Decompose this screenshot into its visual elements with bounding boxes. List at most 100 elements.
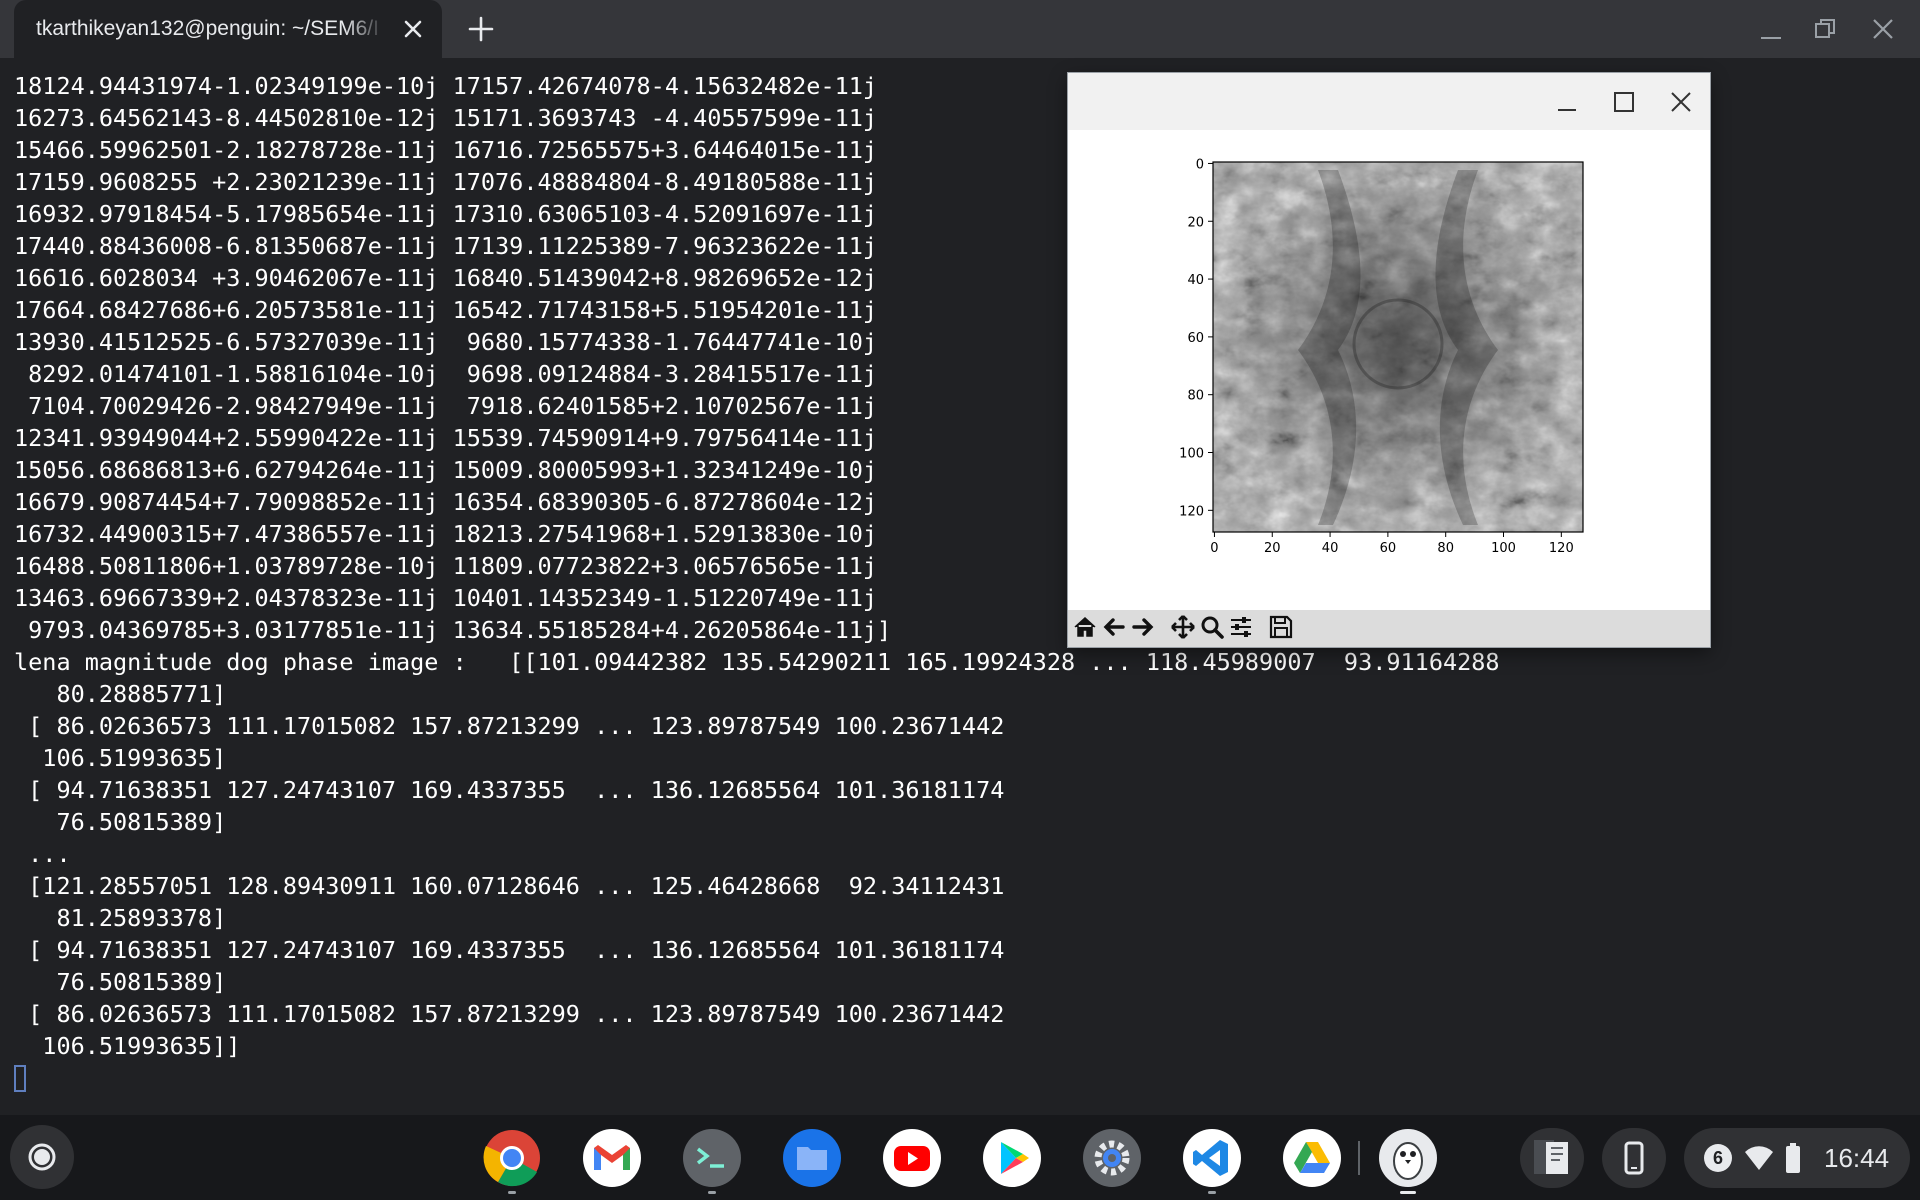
terminal-tab-bar: tkarthikeyan132@penguin: ~/SEM6/I bbox=[0, 0, 1920, 58]
vscode-running-indicator bbox=[1208, 1191, 1216, 1194]
configure-subplots-icon[interactable] bbox=[1228, 614, 1254, 640]
google-drive-icon[interactable] bbox=[1282, 1128, 1342, 1188]
terminal-line: 17159.9608255 +2.23021239e-11j 17076.488… bbox=[14, 168, 878, 196]
terminal-line: [121.28557051 128.89430911 160.07128646 … bbox=[14, 872, 1005, 900]
chrome-icon[interactable] bbox=[482, 1128, 542, 1188]
launcher-icon bbox=[28, 1143, 56, 1171]
phase-image bbox=[1213, 162, 1583, 532]
y-tick-label: 20 bbox=[1187, 215, 1204, 230]
vscode-icon[interactable] bbox=[1182, 1128, 1242, 1188]
linux-penguin-icon[interactable] bbox=[1378, 1128, 1438, 1188]
chromeos-shelf: 6 16:44 bbox=[0, 1115, 1920, 1200]
phone-icon bbox=[1624, 1141, 1644, 1175]
terminal-line: 7104.70029426-2.98427949e-11j 7918.62401… bbox=[14, 392, 878, 420]
terminal-line: [ 86.02636573 111.17015082 157.87213299 … bbox=[14, 712, 1005, 740]
terminal-line: 15056.68686813+6.62794264e-11j 15009.800… bbox=[14, 456, 878, 484]
terminal-line: [ 94.71638351 127.24743107 169.4337355 .… bbox=[14, 776, 1005, 804]
launcher-button[interactable] bbox=[10, 1125, 74, 1189]
y-tick-label: 0 bbox=[1196, 157, 1204, 172]
y-axis: 0 20 40 60 80 100 120 bbox=[1179, 157, 1213, 519]
terminal-line: 15466.59962501-2.18278728e-11j 16716.725… bbox=[14, 136, 878, 164]
x-tick-label: 40 bbox=[1322, 541, 1339, 556]
status-area[interactable]: 6 16:44 bbox=[1684, 1128, 1910, 1188]
terminal-line: [ 86.02636573 111.17015082 157.87213299 … bbox=[14, 1000, 1005, 1028]
y-tick-label: 100 bbox=[1179, 447, 1204, 462]
files-icon[interactable] bbox=[782, 1128, 842, 1188]
youtube-icon[interactable] bbox=[882, 1128, 942, 1188]
matplotlib-toolbar bbox=[1068, 610, 1710, 647]
battery-icon bbox=[1786, 1143, 1800, 1173]
forward-arrow-icon[interactable] bbox=[1130, 614, 1156, 640]
terminal-line: [ 94.71638351 127.24743107 169.4337355 .… bbox=[14, 936, 1005, 964]
matplotlib-figure-window[interactable]: 0 20 40 60 80 100 120 0 20 40 60 80 100 120 bbox=[1068, 73, 1710, 647]
terminal-line: 16732.44900315+7.47386557e-11j 18213.275… bbox=[14, 520, 878, 548]
x-tick-label: 120 bbox=[1549, 541, 1574, 556]
pan-icon[interactable] bbox=[1170, 614, 1196, 640]
x-tick-label: 60 bbox=[1380, 541, 1397, 556]
play-store-icon[interactable] bbox=[982, 1128, 1042, 1188]
terminal-line: 16932.97918454-5.17985654e-11j 17310.630… bbox=[14, 200, 878, 228]
terminal-line: 106.51993635] bbox=[14, 744, 227, 772]
close-tab-icon[interactable] bbox=[398, 14, 428, 44]
terminal-line: 17664.68427686+6.20573581e-11j 16542.717… bbox=[14, 296, 878, 324]
save-figure-icon[interactable] bbox=[1268, 614, 1294, 640]
terminal-line: 8292.01474101-1.58816104e-10j 9698.09124… bbox=[14, 360, 878, 388]
terminal-line: 18124.94431974-1.02349199e-10j 17157.426… bbox=[14, 72, 878, 100]
terminal-tab[interactable]: tkarthikeyan132@penguin: ~/SEM6/I bbox=[14, 0, 442, 58]
x-tick-label: 100 bbox=[1491, 541, 1516, 556]
plot-canvas[interactable]: 0 20 40 60 80 100 120 0 20 40 60 80 100 120 bbox=[1068, 130, 1710, 610]
plot-window-titlebar[interactable] bbox=[1068, 73, 1710, 130]
window-controls bbox=[1750, 0, 1920, 58]
close-window-icon[interactable] bbox=[1870, 16, 1896, 42]
penguin-running-indicator bbox=[1400, 1191, 1416, 1194]
terminal-cursor bbox=[14, 1065, 26, 1092]
terminal-line: 76.50815389] bbox=[14, 808, 227, 836]
terminal-line: 16679.90874454+7.79098852e-11j 16354.683… bbox=[14, 488, 878, 516]
chrome-running-indicator bbox=[508, 1191, 516, 1194]
y-tick-label: 120 bbox=[1179, 504, 1204, 519]
zoom-icon[interactable] bbox=[1199, 614, 1225, 640]
x-tick-label: 80 bbox=[1437, 541, 1454, 556]
x-tick-label: 20 bbox=[1264, 541, 1281, 556]
plot-minimize-icon[interactable] bbox=[1554, 89, 1580, 115]
home-icon[interactable] bbox=[1072, 614, 1098, 640]
terminal-running-indicator bbox=[708, 1191, 716, 1194]
terminal-line: 16616.6028034 +3.90462067e-11j 16840.514… bbox=[14, 264, 878, 292]
holding-space-thumbnail-icon bbox=[1534, 1140, 1568, 1174]
terminal-line: 9793.04369785+3.03177851e-11j 13634.5518… bbox=[14, 616, 892, 644]
terminal-line: ... bbox=[14, 840, 71, 868]
plot-close-icon[interactable] bbox=[1668, 89, 1694, 115]
shelf-divider bbox=[1358, 1141, 1360, 1175]
terminal-line: 13930.41512525-6.57327039e-11j 9680.1577… bbox=[14, 328, 878, 356]
terminal-line: 81.25893378] bbox=[14, 904, 227, 932]
back-arrow-icon[interactable] bbox=[1101, 614, 1127, 640]
phone-hub-button[interactable] bbox=[1602, 1128, 1666, 1188]
terminal-line: 16488.50811806+1.03789728e-10j 11809.077… bbox=[14, 552, 878, 580]
terminal-line: 16273.64562143-8.44502810e-12j 15171.369… bbox=[14, 104, 878, 132]
wifi-icon bbox=[1745, 1146, 1773, 1170]
y-tick-label: 40 bbox=[1187, 273, 1204, 288]
restore-icon[interactable] bbox=[1812, 16, 1838, 42]
terminal-line: 106.51993635]] bbox=[14, 1032, 241, 1060]
terminal-line: 13463.69667339+2.04378323e-11j 10401.143… bbox=[14, 584, 878, 612]
gmail-icon[interactable] bbox=[582, 1128, 642, 1188]
x-axis: 0 20 40 60 80 100 120 bbox=[1210, 532, 1574, 556]
terminal-line: 80.28885771] bbox=[14, 680, 227, 708]
clock: 16:44 bbox=[1824, 1143, 1890, 1173]
terminal-line: 76.50815389] bbox=[14, 968, 227, 996]
y-tick-label: 80 bbox=[1187, 389, 1204, 404]
holding-space-tray[interactable] bbox=[1520, 1128, 1584, 1188]
minimize-icon[interactable] bbox=[1758, 16, 1784, 42]
plot-figure: 0 20 40 60 80 100 120 0 20 40 60 80 100 120 bbox=[1179, 157, 1584, 556]
terminal-line: 12341.93949044+2.55990422e-11j 15539.745… bbox=[14, 424, 878, 452]
notification-count-badge[interactable]: 6 bbox=[1704, 1144, 1732, 1172]
terminal-tab-title: tkarthikeyan132@penguin: ~/SEM6/I bbox=[36, 17, 379, 40]
terminal-line: 17440.88436008-6.81350687e-11j 17139.112… bbox=[14, 232, 878, 260]
plot-maximize-icon[interactable] bbox=[1611, 89, 1637, 115]
terminal-line: lena magnitude dog phase image : [[101.0… bbox=[14, 648, 1500, 676]
new-tab-icon[interactable] bbox=[464, 12, 498, 46]
settings-icon[interactable] bbox=[1082, 1128, 1142, 1188]
y-tick-label: 60 bbox=[1187, 331, 1204, 346]
x-tick-label: 0 bbox=[1210, 541, 1218, 556]
terminal-icon[interactable] bbox=[682, 1128, 742, 1188]
